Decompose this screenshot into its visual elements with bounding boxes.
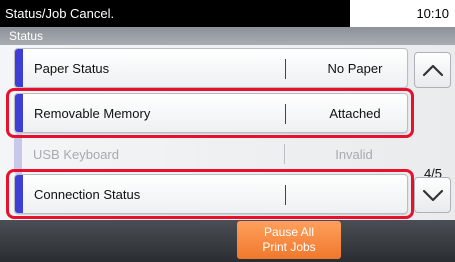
pause-button-label-line2: Print Jobs [262, 240, 316, 254]
scroll-down-button[interactable] [414, 177, 451, 213]
pause-button-label-line1: Pause All [263, 225, 315, 239]
scroll-up-button[interactable] [414, 52, 451, 88]
row-value [305, 175, 405, 213]
chevron-up-icon [422, 63, 444, 77]
row-divider [285, 59, 286, 79]
row-usb-keyboard: USB Keyboard Invalid [14, 134, 408, 174]
row-paper-status[interactable]: Paper Status No Paper [14, 48, 408, 88]
bottom-bar [0, 220, 455, 262]
row-value: Invalid [335, 146, 373, 162]
row-divider [285, 185, 286, 205]
pause-all-print-jobs-button[interactable]: Pause All Print Jobs [237, 221, 341, 259]
row-marker [15, 175, 23, 213]
chevron-down-icon [422, 188, 444, 202]
row-label: Paper Status [34, 60, 110, 76]
status-list-panel: Paper Status No Paper Removable Memory A… [0, 45, 455, 220]
row-label: USB Keyboard [33, 146, 119, 162]
screen-title: Status/Job Cancel. [0, 0, 350, 27]
row-value: No Paper [327, 60, 383, 76]
row-label: Removable Memory [34, 105, 151, 121]
top-bar: Status/Job Cancel. 10:10 [0, 0, 455, 27]
row-value: Attached [329, 105, 381, 121]
row-marker [15, 49, 23, 87]
clock: 10:10 [416, 6, 449, 21]
row-connection-status[interactable]: Connection Status [14, 174, 408, 214]
row-marker [14, 134, 22, 174]
row-divider [284, 144, 285, 164]
status-tab-header: Status [0, 27, 455, 45]
row-divider [285, 104, 286, 124]
row-marker [15, 94, 23, 132]
row-label: Connection Status [34, 186, 141, 202]
status-job-cancel-screen: Status/Job Cancel. 10:10 Status Paper St… [0, 0, 455, 262]
row-removable-memory[interactable]: Removable Memory Attached [14, 93, 408, 133]
